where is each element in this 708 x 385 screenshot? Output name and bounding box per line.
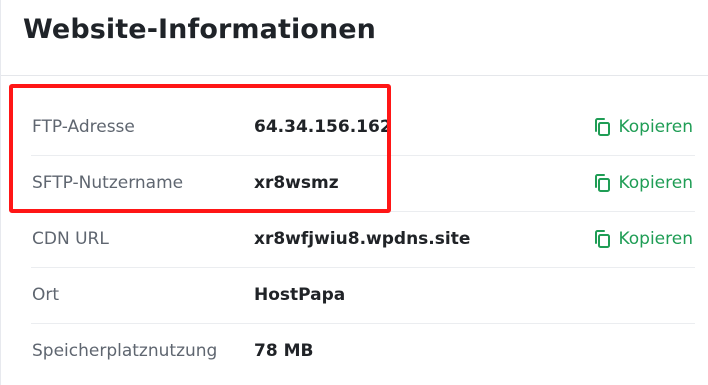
copy-label: Kopieren <box>618 229 693 249</box>
info-row-ftp-address: FTP-Adresse 64.34.156.162 Kopieren <box>31 100 695 156</box>
info-row-cdn-url: CDN URL xr8wfjwiu8.wpdns.site Kopieren <box>31 212 695 268</box>
copy-sftp-username-button[interactable]: Kopieren <box>593 171 693 195</box>
website-info-panel: Website-Informationen FTP-Adresse 64.34.… <box>0 0 708 385</box>
sftp-username-value: xr8wsmz <box>254 173 339 193</box>
copy-label: Kopieren <box>618 173 693 193</box>
copy-label: Kopieren <box>618 117 693 137</box>
info-row-sftp-username: SFTP-Nutzername xr8wsmz Kopieren <box>31 156 695 212</box>
location-value: HostPapa <box>254 285 346 305</box>
copy-icon <box>593 229 611 249</box>
ftp-address-label: FTP-Adresse <box>32 117 135 137</box>
panel-header: Website-Informationen <box>1 0 708 76</box>
sftp-username-label: SFTP-Nutzername <box>32 173 184 193</box>
cdn-url-value: xr8wfjwiu8.wpdns.site <box>254 229 471 249</box>
copy-cdn-url-button[interactable]: Kopieren <box>593 227 693 251</box>
storage-usage-label: Speicherplatznutzung <box>32 341 218 361</box>
info-row-storage-usage: Speicherplatznutzung 78 MB <box>31 324 695 380</box>
copy-icon <box>593 173 611 193</box>
copy-icon <box>593 117 611 137</box>
page-title: Website-Informationen <box>23 14 377 45</box>
location-label: Ort <box>32 285 60 305</box>
storage-usage-value: 78 MB <box>254 341 314 361</box>
ftp-address-value: 64.34.156.162 <box>254 117 392 137</box>
copy-ftp-address-button[interactable]: Kopieren <box>593 115 693 139</box>
cdn-url-label: CDN URL <box>32 229 109 249</box>
info-row-location: Ort HostPapa <box>31 268 695 324</box>
info-list: FTP-Adresse 64.34.156.162 Kopieren SFTP-… <box>1 100 708 380</box>
